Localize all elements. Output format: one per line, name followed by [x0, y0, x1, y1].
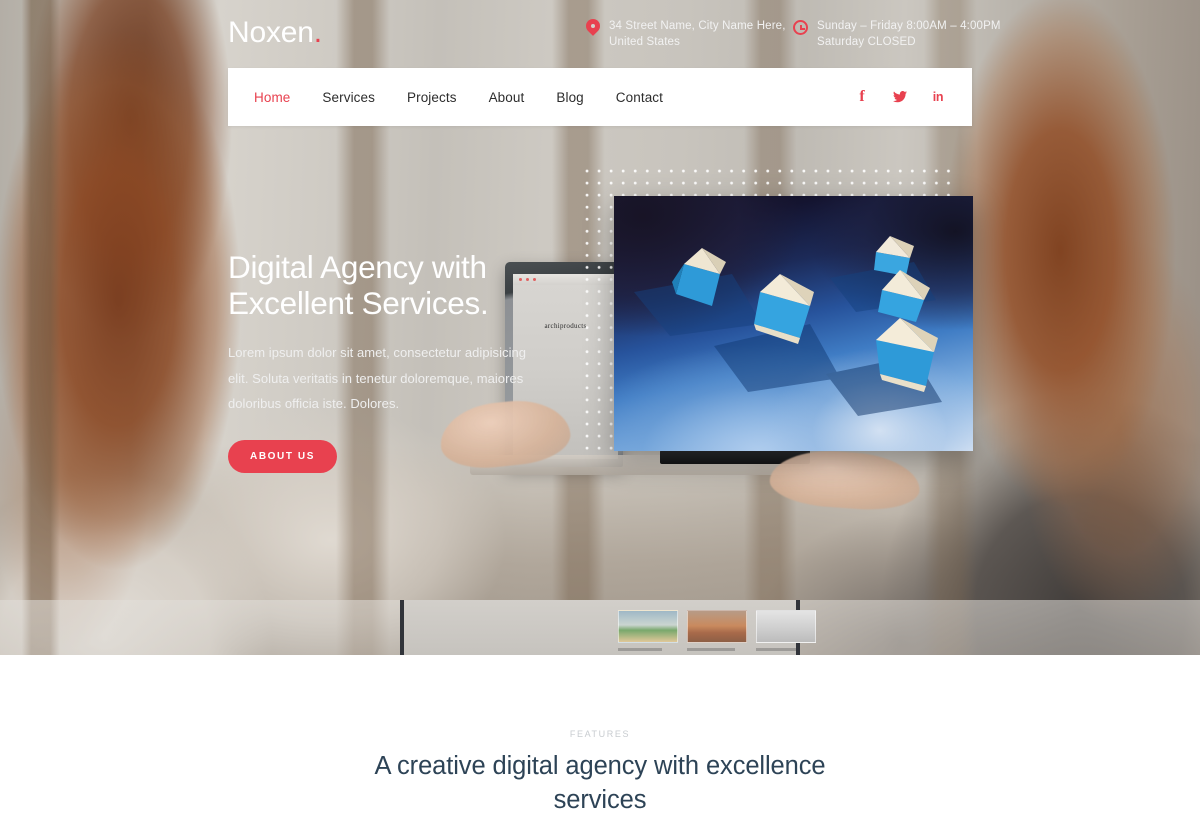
- address-text: 34 Street Name, City Name Here, United S…: [609, 18, 786, 51]
- hero-title: Digital Agency with Excellent Services.: [228, 249, 528, 321]
- origami-boats-svg: [634, 236, 942, 416]
- map-pin-icon: [586, 19, 600, 37]
- features-section: FEATURES A creative digital agency with …: [0, 655, 1200, 814]
- nav-item-about[interactable]: About: [489, 90, 525, 105]
- catalogue-thumb: [687, 610, 747, 643]
- hours-line2: Saturday CLOSED: [817, 36, 916, 49]
- brand-logo[interactable]: Noxen.: [228, 16, 322, 50]
- catalogue-strip: [400, 600, 816, 655]
- about-us-button[interactable]: ABOUT US: [228, 440, 338, 474]
- clock-icon: [793, 20, 808, 35]
- hours-line1: Sunday – Friday 8:00AM – 4:00PM: [817, 20, 1001, 32]
- twitter-icon[interactable]: [893, 89, 907, 105]
- landing-page: archiproducts Digital Agency with Excell…: [0, 0, 1200, 814]
- brand-name: Noxen: [228, 16, 314, 49]
- catalogue-thumb: [618, 610, 678, 643]
- main-navigation: Home Services Projects About Blog Contac…: [228, 68, 972, 126]
- features-title-line1: A creative digital agency with excellenc…: [374, 752, 826, 780]
- hero-feature-image: [614, 196, 973, 451]
- address-line2: United States: [609, 36, 680, 49]
- hero-title-line2: Excellent Services.: [228, 284, 489, 321]
- address-line1: 34 Street Name, City Name Here,: [609, 20, 786, 32]
- nav-item-home[interactable]: Home: [254, 90, 290, 105]
- facebook-icon[interactable]: f: [855, 89, 869, 105]
- social-links: f in: [855, 89, 945, 105]
- linkedin-icon[interactable]: in: [931, 89, 945, 105]
- features-title: A creative digital agency with excellenc…: [0, 750, 1200, 818]
- hero-copy: Digital Agency with Excellent Services. …: [228, 249, 528, 474]
- nav-item-services[interactable]: Services: [322, 90, 375, 105]
- nav-item-blog[interactable]: Blog: [556, 90, 583, 105]
- catalogue-thumb: [756, 610, 816, 643]
- hours-info: Sunday – Friday 8:00AM – 4:00PM Saturday…: [793, 18, 1001, 51]
- top-info-bar: Noxen. 34 Street Name, City Name Here, U…: [0, 0, 1200, 68]
- hours-text: Sunday – Friday 8:00AM – 4:00PM Saturday…: [817, 18, 1001, 51]
- nav-item-contact[interactable]: Contact: [616, 90, 663, 105]
- brand-dot: .: [313, 16, 322, 49]
- origami-boats-scene: [614, 196, 973, 451]
- hero-section: archiproducts Digital Agency with Excell…: [0, 0, 1200, 655]
- features-eyebrow: FEATURES: [569, 729, 631, 739]
- nav-links: Home Services Projects About Blog Contac…: [254, 90, 663, 105]
- nav-item-projects[interactable]: Projects: [407, 90, 457, 105]
- hero-title-line1: Digital Agency with: [228, 249, 487, 285]
- address-info: 34 Street Name, City Name Here, United S…: [586, 18, 786, 51]
- hero-paragraph: Lorem ipsum dolor sit amet, consectetur …: [228, 345, 527, 411]
